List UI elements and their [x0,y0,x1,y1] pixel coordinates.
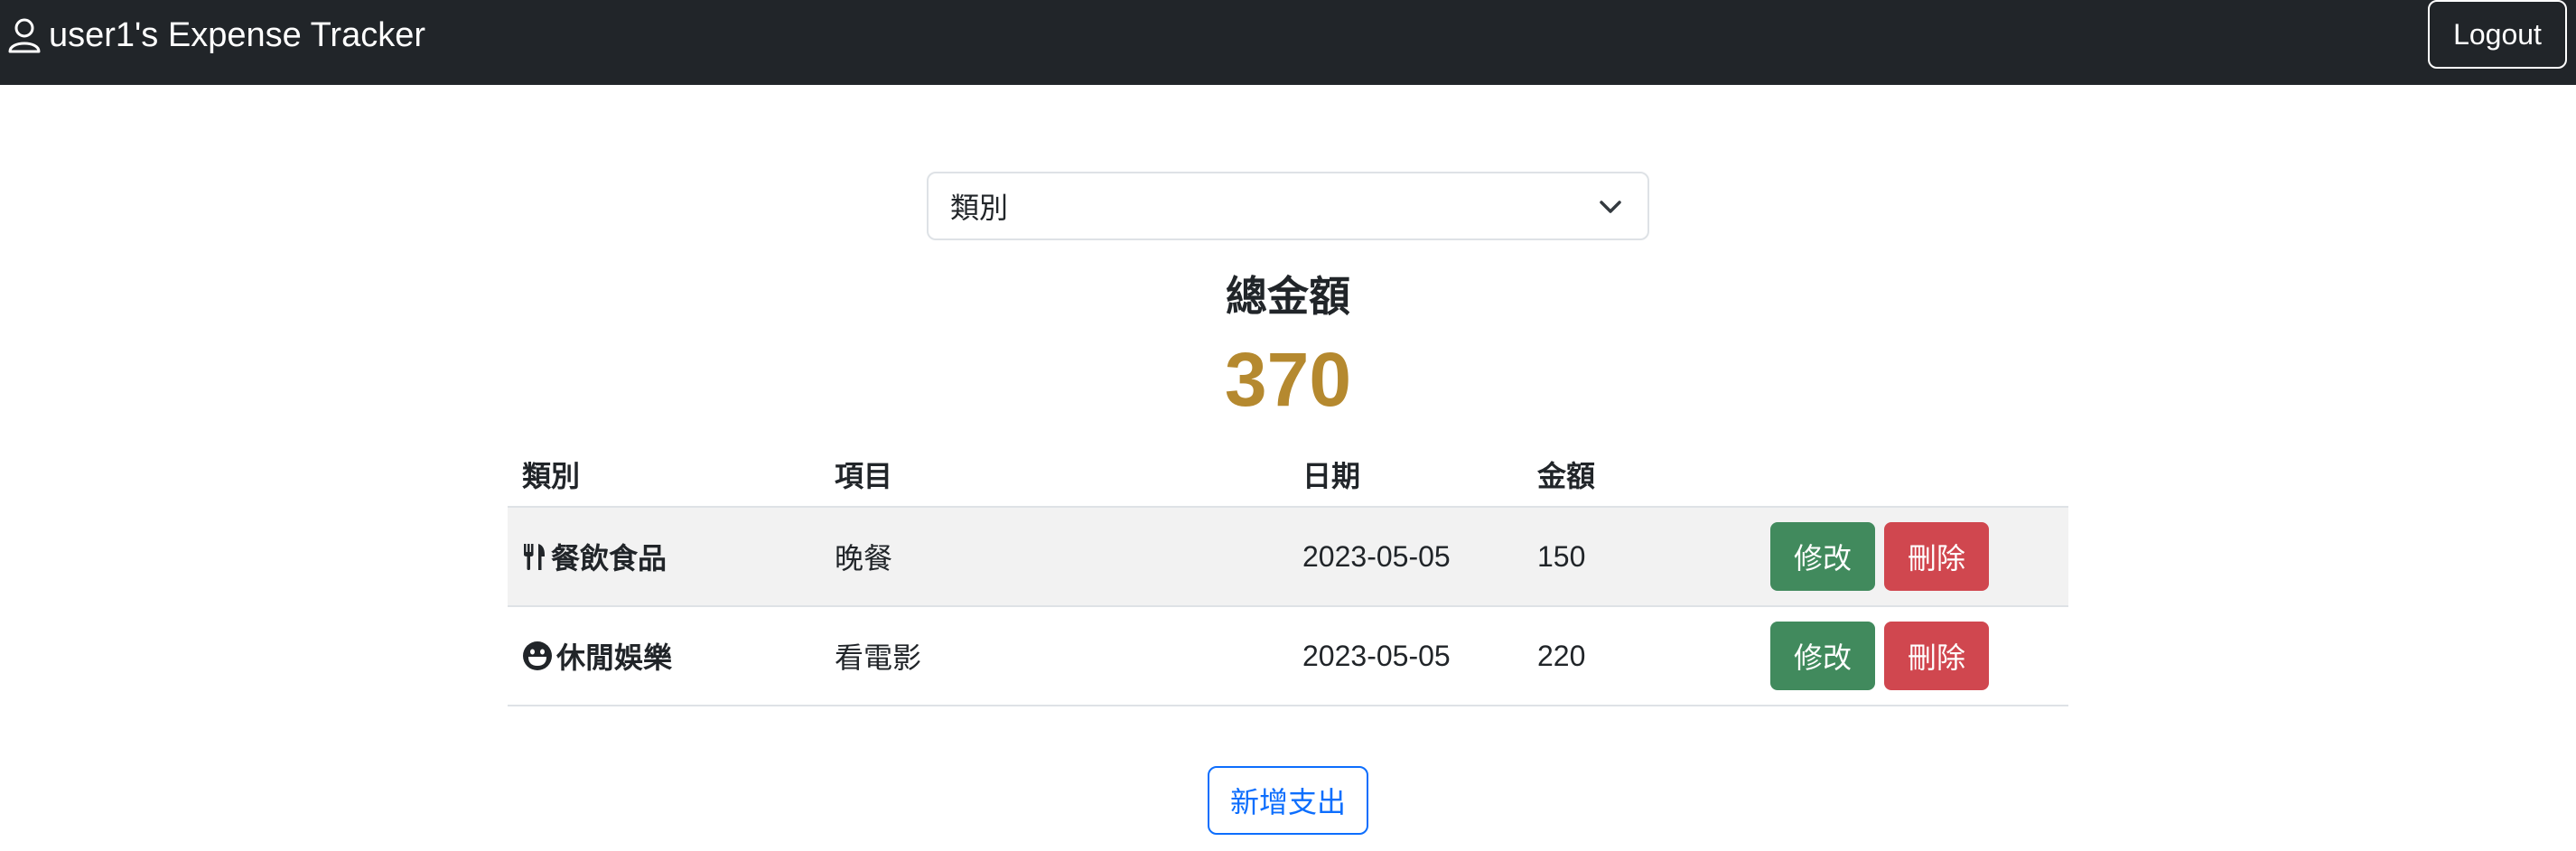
person-icon [7,17,42,53]
column-header-category: 類別 [522,460,581,492]
expense-table: 類別 項目 日期 金額 餐飲食品 晚餐 2023-05-05 150 修改 刪除… [508,439,2068,706]
edit-button[interactable]: 修改 [1770,622,1875,690]
add-expense-button[interactable]: 新增支出 [1208,766,1368,835]
amount-cell: 220 [1537,639,1586,672]
chevron-down-icon [1599,195,1622,219]
row-actions: 修改 刪除 [1770,508,1989,605]
category-filter-value: 類別 [950,192,1009,224]
grin-icon [522,641,553,671]
date-cell: 2023-05-05 [1302,639,1451,672]
utensils-icon [522,542,547,571]
date-cell: 2023-05-05 [1302,539,1451,573]
total-amount: 370 [1224,337,1352,422]
delete-button[interactable]: 刪除 [1884,622,1989,690]
category-label: 餐飲食品 [551,542,667,575]
row-actions: 修改 刪除 [1770,607,1989,705]
category-filter-select[interactable]: 類別 [927,172,1649,240]
table-row: 餐飲食品 晚餐 2023-05-05 150 修改 刪除 [508,508,2068,607]
table-header: 類別 項目 日期 金額 [508,439,2068,508]
item-cell: 看電影 [835,641,922,674]
total-label: 總金額 [1226,273,1350,320]
column-header-date: 日期 [1302,460,1361,492]
table-row: 休閒娛樂 看電影 2023-05-05 220 修改 刪除 [508,607,2068,706]
navbar: user1's Expense Tracker Logout [0,0,2576,85]
edit-button[interactable]: 修改 [1770,522,1875,591]
delete-button[interactable]: 刪除 [1884,522,1989,591]
item-cell: 晚餐 [835,542,893,575]
category-label: 休閒娛樂 [556,641,673,674]
logout-button[interactable]: Logout [2428,0,2567,69]
app-title: user1's Expense Tracker [49,15,425,54]
amount-cell: 150 [1537,539,1586,573]
column-header-item: 項目 [835,460,893,492]
category-cell: 餐飲食品 [522,508,667,605]
column-header-amount: 金額 [1537,460,1596,492]
category-cell: 休閒娛樂 [522,607,672,705]
brand[interactable]: user1's Expense Tracker [7,13,425,58]
